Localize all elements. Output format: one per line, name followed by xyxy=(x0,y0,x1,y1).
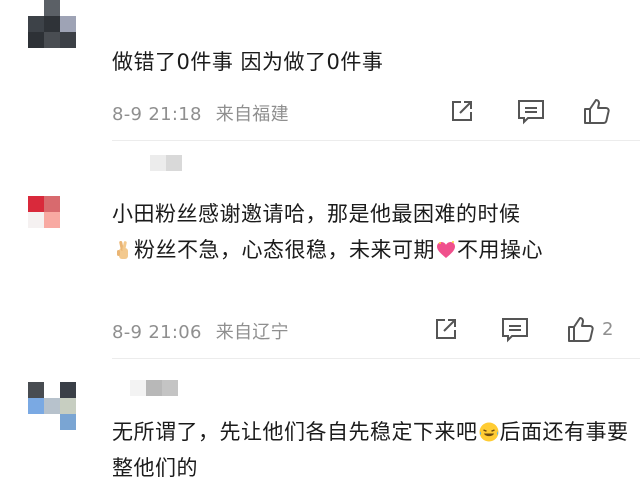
crossed-fingers-emoji xyxy=(117,240,128,259)
comment-actions xyxy=(448,96,618,126)
comment-text: 无所谓了，先让他们各自先稳定下来吧 后面还有事要整他们的 xyxy=(112,414,632,486)
like-button[interactable]: 2 xyxy=(566,314,613,344)
comment-meta: 8-9 21:18 来自福建 xyxy=(112,100,289,126)
repost-icon xyxy=(436,319,456,339)
comment-text: 做错了0件事 因为做了0件事 xyxy=(112,50,384,74)
comment-icon xyxy=(518,100,544,125)
like-count: 2 xyxy=(602,318,614,340)
comment-text: 小田粉丝感谢邀请哈，那是他最困难的时候 粉丝不急，心态很稳，未来可期 不用操心 xyxy=(112,196,632,268)
comment-meta: 8-9 21:06 来自辽宁 xyxy=(112,318,289,344)
avatar[interactable] xyxy=(28,382,76,430)
comment-text-part: 小田粉丝感谢邀请哈，那是他最困难的时候 xyxy=(112,202,521,226)
comment-button[interactable] xyxy=(516,97,546,125)
comment-button[interactable] xyxy=(500,315,530,343)
divider xyxy=(112,358,640,359)
divider xyxy=(112,140,640,141)
comment-text-part: 无所谓了，先让他们各自先稳定下来吧 xyxy=(112,420,478,444)
laughing-crying-emoji xyxy=(479,422,498,442)
comment-location: 来自辽宁 xyxy=(215,322,289,343)
comment-date: 8-9 21:18 xyxy=(112,104,202,125)
thumbs-up-icon xyxy=(568,317,594,342)
comment-location: 来自福建 xyxy=(215,104,289,125)
username-blurred[interactable] xyxy=(150,155,182,171)
comment-text-part: 不用操心 xyxy=(457,238,543,262)
repost-icon xyxy=(452,101,472,121)
comment-actions: 2 xyxy=(432,314,613,344)
comment-icon xyxy=(502,318,528,343)
repost-button[interactable] xyxy=(432,315,460,343)
thumbs-up-icon xyxy=(584,99,610,124)
repost-button[interactable] xyxy=(448,97,476,125)
avatar[interactable] xyxy=(28,0,76,48)
comment-text-part: 粉丝不急，心态很稳，未来可期 xyxy=(134,238,435,262)
like-button[interactable] xyxy=(582,96,618,126)
username-blurred[interactable] xyxy=(130,380,178,396)
avatar[interactable] xyxy=(28,180,76,228)
comment-date: 8-9 21:06 xyxy=(112,322,202,343)
sparkling-heart-emoji xyxy=(437,241,455,258)
